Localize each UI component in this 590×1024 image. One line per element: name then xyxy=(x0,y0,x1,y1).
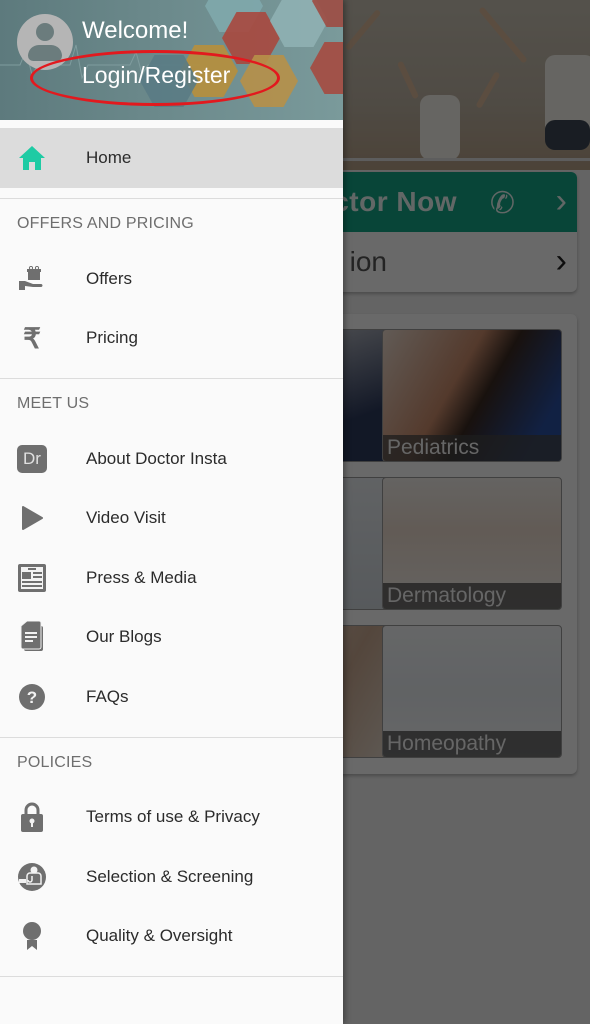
home-icon xyxy=(17,143,47,173)
menu-item-label: About Doctor Insta xyxy=(86,448,227,468)
drawer-menu: Home OFFERS AND PRICING Offers ₹ Pricing… xyxy=(0,128,343,977)
menu-item-press-media[interactable]: Press & Media xyxy=(0,548,343,608)
menu-item-label: Quality & Oversight xyxy=(86,926,233,946)
menu-item-terms-privacy[interactable]: Terms of use & Privacy xyxy=(0,788,343,848)
navigation-drawer: Welcome! Login/Register Home OFFERS AND … xyxy=(0,0,343,1024)
menu-item-label: Our Blogs xyxy=(86,627,162,647)
menu-item-label: Press & Media xyxy=(86,567,197,587)
gift-hand-icon xyxy=(17,264,47,294)
svg-text:?: ? xyxy=(27,688,37,707)
section-header-meet-us: MEET US xyxy=(17,395,90,412)
menu-item-selection-screening[interactable]: Selection & Screening xyxy=(0,847,343,907)
dr-badge-icon: Dr xyxy=(17,444,47,474)
menu-item-label: Pricing xyxy=(86,328,138,348)
welcome-text: Welcome! xyxy=(82,17,189,44)
app-root: ctor Now ✆ › ion › Pediatrics Dermatolog… xyxy=(0,0,590,1024)
play-icon xyxy=(17,503,47,533)
menu-item-label: Video Visit xyxy=(86,508,166,528)
menu-item-label: Terms of use & Privacy xyxy=(86,807,260,827)
rupee-icon: ₹ xyxy=(23,322,41,354)
drawer-header: Welcome! Login/Register xyxy=(0,0,343,120)
menu-item-quality-oversight[interactable]: Quality & Oversight xyxy=(0,907,343,967)
cross-hex-decoration xyxy=(310,42,343,94)
menu-item-label: Home xyxy=(86,148,132,167)
award-ribbon-icon xyxy=(17,921,47,951)
section-header-offers-pricing: OFFERS AND PRICING xyxy=(17,215,194,232)
menu-item-about-doctor-insta[interactable]: Dr About Doctor Insta xyxy=(0,429,343,489)
menu-item-label: Selection & Screening xyxy=(86,866,254,886)
menu-item-pricing[interactable]: ₹ Pricing xyxy=(0,309,343,369)
lock-icon xyxy=(17,802,47,833)
section-header-policies: POLICIES xyxy=(17,753,93,771)
doctor-screening-icon xyxy=(17,862,47,892)
menu-item-video-visit[interactable]: Video Visit xyxy=(0,489,343,549)
documents-icon xyxy=(17,621,47,652)
help-circle-icon: ? xyxy=(17,682,47,712)
menu-item-our-blogs[interactable]: Our Blogs xyxy=(0,608,343,668)
menu-item-offers[interactable]: Offers xyxy=(0,249,343,309)
menu-item-home[interactable]: Home xyxy=(0,128,343,188)
menu-item-faqs[interactable]: ? FAQs xyxy=(0,667,343,727)
newspaper-icon xyxy=(17,563,47,593)
annotation-circle xyxy=(30,50,280,106)
menu-item-label: FAQs xyxy=(86,686,129,706)
menu-item-label: Offers xyxy=(86,268,132,288)
divider xyxy=(0,976,343,977)
